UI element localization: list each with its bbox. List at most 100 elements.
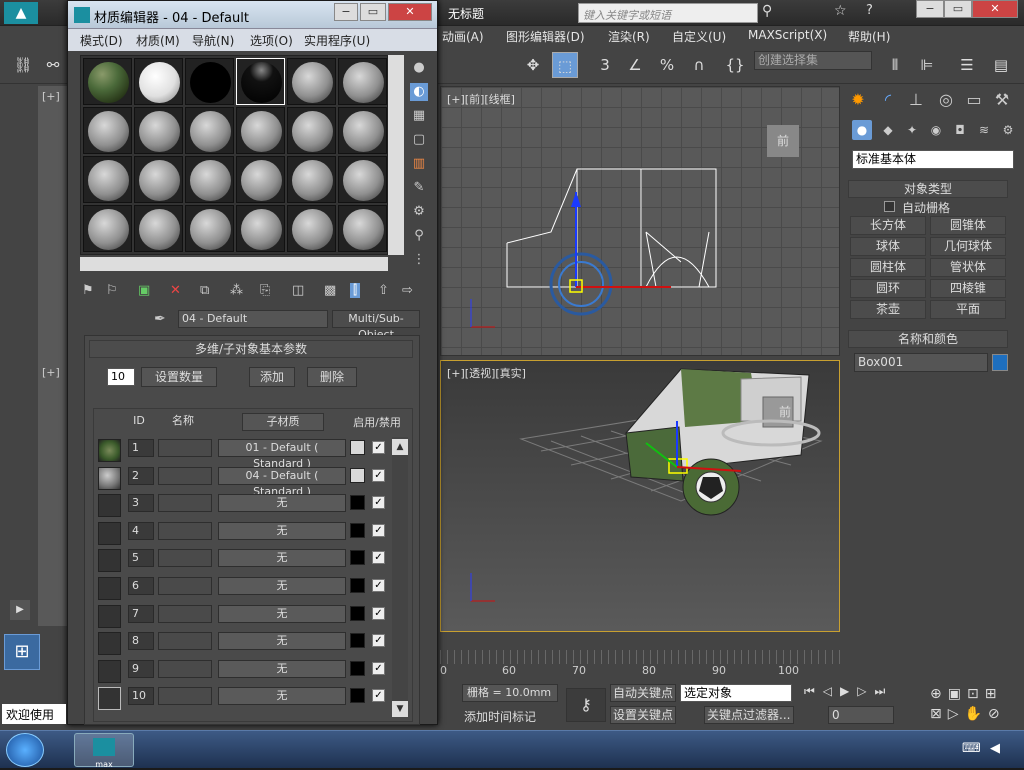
- cone-button[interactable]: 圆锥体: [930, 216, 1006, 235]
- sphere-button[interactable]: 球体: [850, 237, 926, 256]
- pyramid-button[interactable]: 四棱锥: [930, 279, 1006, 298]
- col-header-name[interactable]: 名称: [156, 413, 210, 431]
- eyedropper-icon[interactable]: ✒: [154, 311, 166, 327]
- hierarchy-tab-icon[interactable]: ⊥: [904, 88, 928, 112]
- material-slot[interactable]: [83, 58, 132, 105]
- submat-id[interactable]: 3: [128, 494, 154, 513]
- geosphere-button[interactable]: 几何球体: [930, 237, 1006, 256]
- viewport-layout-icon[interactable]: ⊞: [4, 634, 40, 670]
- col-header-submat[interactable]: 子材质: [242, 413, 324, 431]
- mat-menu-material[interactable]: 材质(M): [136, 32, 180, 49]
- playback-controls[interactable]: ⏮◁▶▷⏭: [804, 684, 924, 702]
- submat-color-swatch[interactable]: [350, 578, 365, 593]
- graphite-icon[interactable]: ▤: [988, 52, 1014, 78]
- assign-to-selection-icon[interactable]: ▣: [138, 283, 150, 298]
- menu-help[interactable]: 帮助(H): [848, 28, 890, 45]
- cylinder-button[interactable]: 圆柱体: [850, 258, 926, 277]
- submat-name-field[interactable]: [158, 466, 212, 485]
- help-icon[interactable]: ?: [866, 3, 873, 18]
- col-header-id[interactable]: ID: [124, 413, 154, 431]
- display-tab-icon[interactable]: ▭: [962, 88, 986, 112]
- submat-enable-checkbox[interactable]: ✓: [372, 661, 385, 675]
- align-icon[interactable]: ⊫: [914, 52, 940, 78]
- menu-maxscript[interactable]: MAXScript(X): [748, 28, 827, 42]
- cameras-icon[interactable]: ◉: [926, 120, 946, 140]
- table-vscroll[interactable]: [392, 437, 408, 717]
- shapes-icon[interactable]: ◆: [878, 120, 898, 140]
- submat-thumbnail[interactable]: [98, 521, 121, 545]
- material-slot[interactable]: [338, 156, 387, 203]
- show-map-icon[interactable]: ▩: [324, 283, 336, 298]
- submat-id[interactable]: 7: [128, 604, 154, 623]
- snap-3d-icon[interactable]: 3: [592, 52, 618, 78]
- material-slot[interactable]: [338, 58, 387, 105]
- perspective-viewport[interactable]: [+][透视][真实] 前: [440, 360, 840, 632]
- category-dropdown[interactable]: 标准基本体: [852, 150, 1014, 169]
- submat-name-field[interactable]: [158, 521, 212, 540]
- add-button[interactable]: 添加: [249, 367, 295, 387]
- play-icon[interactable]: ▶: [10, 600, 30, 620]
- material-slot[interactable]: [83, 156, 132, 203]
- backlight-icon[interactable]: ◐: [410, 83, 428, 101]
- submat-button[interactable]: 无: [218, 687, 346, 706]
- object-type-header[interactable]: 对象类型: [848, 180, 1008, 198]
- submat-name-field[interactable]: [158, 494, 212, 513]
- modify-tab-icon[interactable]: ◜: [876, 88, 900, 112]
- slots-hscroll[interactable]: [80, 257, 388, 271]
- submat-enable-checkbox[interactable]: ✓: [372, 496, 385, 510]
- select-by-material-icon[interactable]: ⚲: [410, 227, 428, 245]
- material-slot[interactable]: [134, 58, 183, 105]
- material-slot[interactable]: [338, 107, 387, 154]
- maximize-button[interactable]: ▭: [944, 0, 972, 18]
- material-name-dropdown[interactable]: 04 - Default: [178, 310, 328, 328]
- submat-name-field[interactable]: [158, 439, 212, 457]
- submat-thumbnail[interactable]: [98, 466, 121, 490]
- submat-thumbnail[interactable]: [98, 687, 121, 711]
- material-slot[interactable]: [236, 107, 285, 154]
- submat-thumbnail[interactable]: [98, 577, 121, 600]
- submat-enable-checkbox[interactable]: ✓: [372, 523, 385, 537]
- submat-button[interactable]: 无: [218, 494, 346, 513]
- create-tab-icon[interactable]: ✹: [846, 88, 870, 112]
- submat-name-field[interactable]: [158, 632, 212, 651]
- options-icon[interactable]: ⚙: [410, 203, 428, 221]
- link-icon[interactable]: ⛓: [10, 52, 36, 78]
- submat-thumbnail[interactable]: [98, 494, 121, 518]
- teapot-button[interactable]: 茶壶: [850, 300, 926, 319]
- slots-vscroll[interactable]: [388, 55, 404, 255]
- name-color-header[interactable]: 名称和颜色: [848, 330, 1008, 348]
- submat-id[interactable]: 2: [128, 466, 154, 485]
- material-slot[interactable]: [287, 156, 336, 203]
- menu-customize[interactable]: 自定义(U): [672, 28, 726, 45]
- submat-name-field[interactable]: [158, 577, 212, 595]
- material-slot[interactable]: [185, 156, 234, 203]
- submat-color-swatch[interactable]: [350, 467, 365, 483]
- percent-snap-icon[interactable]: %: [654, 52, 680, 78]
- submat-button[interactable]: 无: [218, 632, 346, 651]
- submat-color-swatch[interactable]: [350, 633, 365, 649]
- submat-thumbnail[interactable]: [98, 549, 121, 573]
- close-button[interactable]: ✕: [972, 0, 1018, 18]
- geometry-icon[interactable]: ●: [852, 120, 872, 140]
- submat-id[interactable]: 6: [128, 577, 154, 595]
- copy-material-icon[interactable]: ⧉: [200, 283, 209, 298]
- auto-grid-checkbox[interactable]: [884, 201, 895, 212]
- torus-button[interactable]: 圆环: [850, 279, 926, 298]
- submat-color-swatch[interactable]: [350, 550, 365, 566]
- mirror-icon[interactable]: ⫴: [882, 52, 908, 78]
- submat-button[interactable]: 无: [218, 577, 346, 595]
- spacewarps-icon[interactable]: ≋: [974, 120, 994, 140]
- material-editor-titlebar[interactable]: 材质编辑器 - 04 - Default − ▭ ✕: [68, 1, 437, 29]
- material-editor-minimize[interactable]: −: [334, 3, 358, 21]
- material-slot[interactable]: [236, 58, 285, 105]
- unlink-icon[interactable]: ⚯: [40, 52, 66, 78]
- submat-enable-checkbox[interactable]: ✓: [372, 634, 385, 648]
- submat-color-swatch[interactable]: [350, 660, 365, 676]
- submat-button[interactable]: 无: [218, 521, 346, 540]
- helpers-icon[interactable]: ◘: [950, 120, 970, 140]
- submat-color-swatch[interactable]: [350, 688, 365, 704]
- submat-enable-checkbox[interactable]: ✓: [372, 606, 385, 620]
- utilities-tab-icon[interactable]: ⚒: [990, 88, 1014, 112]
- viewcube-perspective[interactable]: 前: [771, 399, 799, 425]
- make-unique-icon[interactable]: ⁂: [230, 283, 243, 298]
